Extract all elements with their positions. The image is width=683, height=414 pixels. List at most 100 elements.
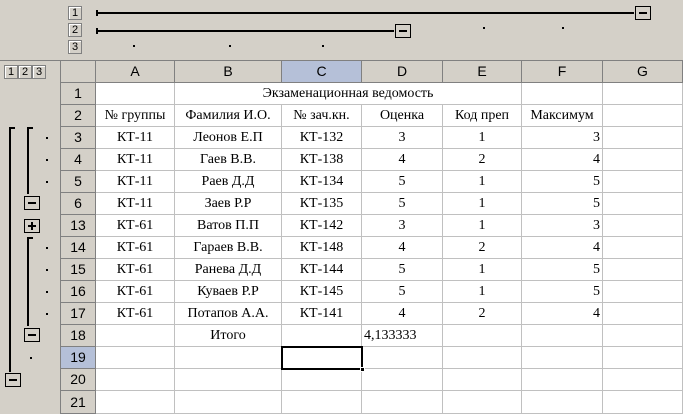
cell-d16[interactable]: 5 <box>362 281 443 303</box>
cell-e16[interactable]: 1 <box>443 281 522 303</box>
cell-b17[interactable]: Потапов А.А. <box>175 303 282 325</box>
cell-f15[interactable]: 5 <box>522 259 603 281</box>
cell-f5[interactable]: 5 <box>522 171 603 193</box>
cell-a2[interactable]: № группы <box>96 105 175 127</box>
cell-e19[interactable] <box>443 347 522 369</box>
cell-f13[interactable]: 3 <box>522 215 603 237</box>
cell-e13[interactable]: 1 <box>443 215 522 237</box>
cell-a21[interactable] <box>96 391 175 414</box>
cell-b16[interactable]: Куваев Р.Р <box>175 281 282 303</box>
column-outline-level-2-button[interactable]: 2 <box>68 23 82 37</box>
cell-f16[interactable]: 5 <box>522 281 603 303</box>
cell-e5[interactable]: 1 <box>443 171 522 193</box>
cell-a4[interactable]: КТ-11 <box>96 149 175 171</box>
cell-e20[interactable] <box>443 369 522 391</box>
cell-f18[interactable] <box>522 325 603 347</box>
cell-c21[interactable] <box>282 391 362 414</box>
cell-f1[interactable] <box>522 83 603 105</box>
row-outline-level-2-button[interactable]: 2 <box>18 65 32 79</box>
cell-g19[interactable] <box>603 347 683 369</box>
cell-b18[interactable]: Итого <box>175 325 282 347</box>
cell-a18[interactable] <box>96 325 175 347</box>
cell-g14[interactable] <box>603 237 683 259</box>
cell-b13[interactable]: Ватов П.П <box>175 215 282 237</box>
cell-g6[interactable] <box>603 193 683 215</box>
cell-b2[interactable]: Фамилия И.О. <box>175 105 282 127</box>
row-header-14[interactable]: 14 <box>61 237 96 259</box>
column-header-c[interactable]: C <box>282 61 362 83</box>
cell-d4[interactable]: 4 <box>362 149 443 171</box>
cell-g15[interactable] <box>603 259 683 281</box>
cell-g16[interactable] <box>603 281 683 303</box>
row-header-1[interactable]: 1 <box>61 83 96 105</box>
cell-e4[interactable]: 2 <box>443 149 522 171</box>
cell-d2[interactable]: Оценка <box>362 105 443 127</box>
cell-d3[interactable]: 3 <box>362 127 443 149</box>
cell-d20[interactable] <box>362 369 443 391</box>
cell-e6[interactable]: 1 <box>443 193 522 215</box>
cell-g20[interactable] <box>603 369 683 391</box>
cell-e3[interactable]: 1 <box>443 127 522 149</box>
cell-c3[interactable]: КТ-132 <box>282 127 362 149</box>
row-header-19[interactable]: 19 <box>61 347 96 369</box>
cell-b15[interactable]: Ранева Д.Д <box>175 259 282 281</box>
row-header-18[interactable]: 18 <box>61 325 96 347</box>
cell-a1[interactable] <box>96 83 175 105</box>
cell-f3[interactable]: 3 <box>522 127 603 149</box>
row-header-15[interactable]: 15 <box>61 259 96 281</box>
cell-g18[interactable] <box>603 325 683 347</box>
cell-e14[interactable]: 2 <box>443 237 522 259</box>
cell-c20[interactable] <box>282 369 362 391</box>
cell-g13[interactable] <box>603 215 683 237</box>
column-header-a[interactable]: A <box>96 61 175 83</box>
column-header-f[interactable]: F <box>522 61 603 83</box>
cell-c17[interactable]: КТ-141 <box>282 303 362 325</box>
cell-f6[interactable]: 5 <box>522 193 603 215</box>
cell-c4[interactable]: КТ-138 <box>282 149 362 171</box>
cell-b3[interactable]: Леонов Е.П <box>175 127 282 149</box>
row-outline-level-1-button[interactable]: 1 <box>4 65 18 79</box>
cell-b6[interactable]: Заев Р.Р <box>175 193 282 215</box>
cell-d18[interactable]: 4,133333 <box>362 325 443 347</box>
cell-f17[interactable]: 4 <box>522 303 603 325</box>
cell-e21[interactable] <box>443 391 522 414</box>
cell-c18[interactable] <box>282 325 362 347</box>
column-header-b[interactable]: B <box>175 61 282 83</box>
cell-g5[interactable] <box>603 171 683 193</box>
expand-rows-group2-button[interactable] <box>24 219 40 233</box>
row-header-16[interactable]: 16 <box>61 281 96 303</box>
cell-b19[interactable] <box>175 347 282 369</box>
cell-c5[interactable]: КТ-134 <box>282 171 362 193</box>
cell-a17[interactable]: КТ-61 <box>96 303 175 325</box>
cell-f14[interactable]: 4 <box>522 237 603 259</box>
cell-g21[interactable] <box>603 391 683 414</box>
cell-b21[interactable] <box>175 391 282 414</box>
cell-a20[interactable] <box>96 369 175 391</box>
cell-f19[interactable] <box>522 347 603 369</box>
cell-f20[interactable] <box>522 369 603 391</box>
collapse-rows-group1-button[interactable] <box>24 196 40 210</box>
cell-c15[interactable]: КТ-144 <box>282 259 362 281</box>
cell-a6[interactable]: КТ-11 <box>96 193 175 215</box>
row-header-6[interactable]: 6 <box>61 193 96 215</box>
cell-g3[interactable] <box>603 127 683 149</box>
cell-c2[interactable]: № зач.кн. <box>282 105 362 127</box>
row-header-5[interactable]: 5 <box>61 171 96 193</box>
collapse-columns-level-2-button[interactable] <box>395 24 411 38</box>
cell-e15[interactable]: 1 <box>443 259 522 281</box>
column-outline-level-3-button[interactable]: 3 <box>68 40 82 54</box>
cell-d19[interactable] <box>362 347 443 369</box>
cell-b20[interactable] <box>175 369 282 391</box>
fill-handle[interactable] <box>360 367 365 372</box>
cell-d17[interactable]: 4 <box>362 303 443 325</box>
cell-d14[interactable]: 4 <box>362 237 443 259</box>
row-header-21[interactable]: 21 <box>61 391 96 414</box>
row-header-13[interactable]: 13 <box>61 215 96 237</box>
cell-a13[interactable]: КТ-61 <box>96 215 175 237</box>
collapse-columns-level-1-button[interactable] <box>635 6 651 20</box>
cell-a19[interactable] <box>96 347 175 369</box>
cell-a5[interactable]: КТ-11 <box>96 171 175 193</box>
collapse-rows-group2-button[interactable] <box>24 328 40 342</box>
active-cell-cursor[interactable] <box>281 346 363 370</box>
row-outline-level-3-button[interactable]: 3 <box>32 65 46 79</box>
